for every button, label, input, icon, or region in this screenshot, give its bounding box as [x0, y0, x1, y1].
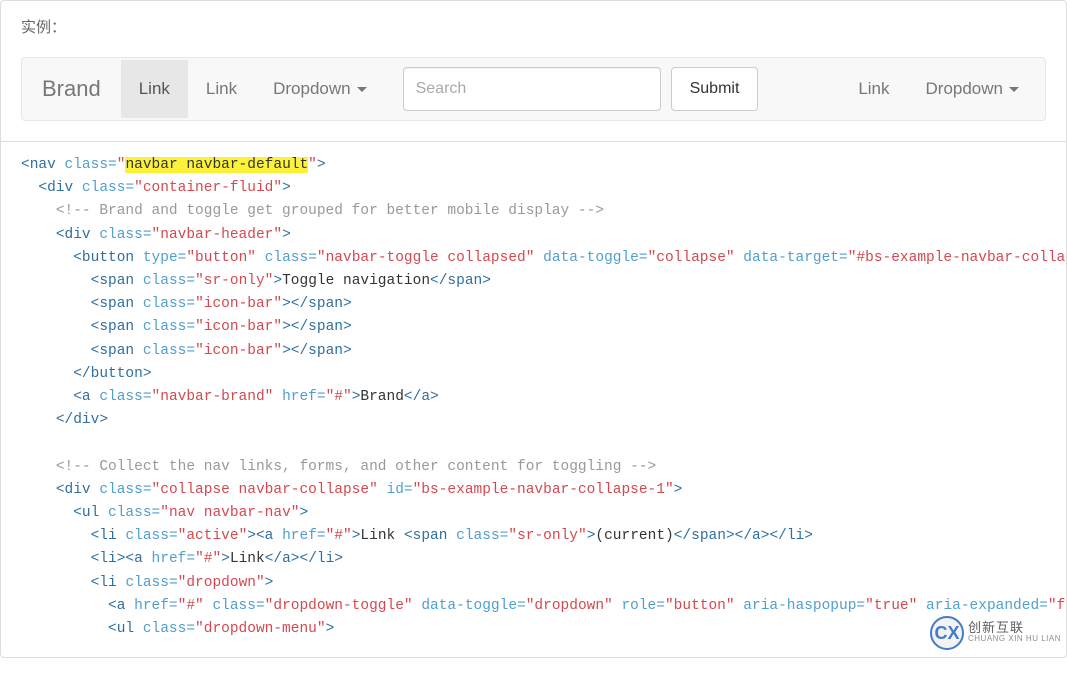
nav-link-label: Dropdown — [273, 79, 351, 99]
example-demo: 实例： Brand Link Link Dropdown Submit Link… — [1, 1, 1066, 142]
submit-button[interactable]: Submit — [671, 67, 759, 111]
watermark-logo-icon: CX — [930, 616, 964, 650]
nav-dropdown[interactable]: Dropdown — [255, 60, 385, 118]
nav-link-active[interactable]: Link — [121, 60, 188, 118]
nav-dropdown-right[interactable]: Dropdown — [908, 60, 1038, 118]
chevron-down-icon — [357, 87, 367, 92]
nav-link-label: Link — [139, 79, 170, 99]
navbar: Brand Link Link Dropdown Submit Link Dro… — [21, 57, 1046, 121]
example-label: 实例： — [21, 16, 1046, 37]
nav-link-label: Dropdown — [926, 79, 1004, 99]
nav-link[interactable]: Link — [188, 60, 255, 118]
watermark-line1: 创新互联 — [968, 622, 1061, 633]
example-container: 实例： Brand Link Link Dropdown Submit Link… — [0, 0, 1067, 658]
nav-link-right[interactable]: Link — [840, 60, 907, 118]
search-input[interactable] — [403, 67, 661, 111]
highlighted-class: navbar navbar-default — [125, 157, 308, 173]
watermark-line2: CHUANG XIN HU LIAN — [968, 633, 1061, 644]
nav-link-label: Link — [206, 79, 237, 99]
navbar-right: Link Dropdown — [840, 60, 1045, 118]
nav-link-label: Link — [858, 79, 889, 99]
chevron-down-icon — [1009, 87, 1019, 92]
watermark: CX 创新互联 CHUANG XIN HU LIAN — [930, 616, 1061, 650]
code-block: <nav class="navbar navbar-default"> <div… — [1, 142, 1066, 657]
navbar-brand[interactable]: Brand — [22, 58, 121, 120]
